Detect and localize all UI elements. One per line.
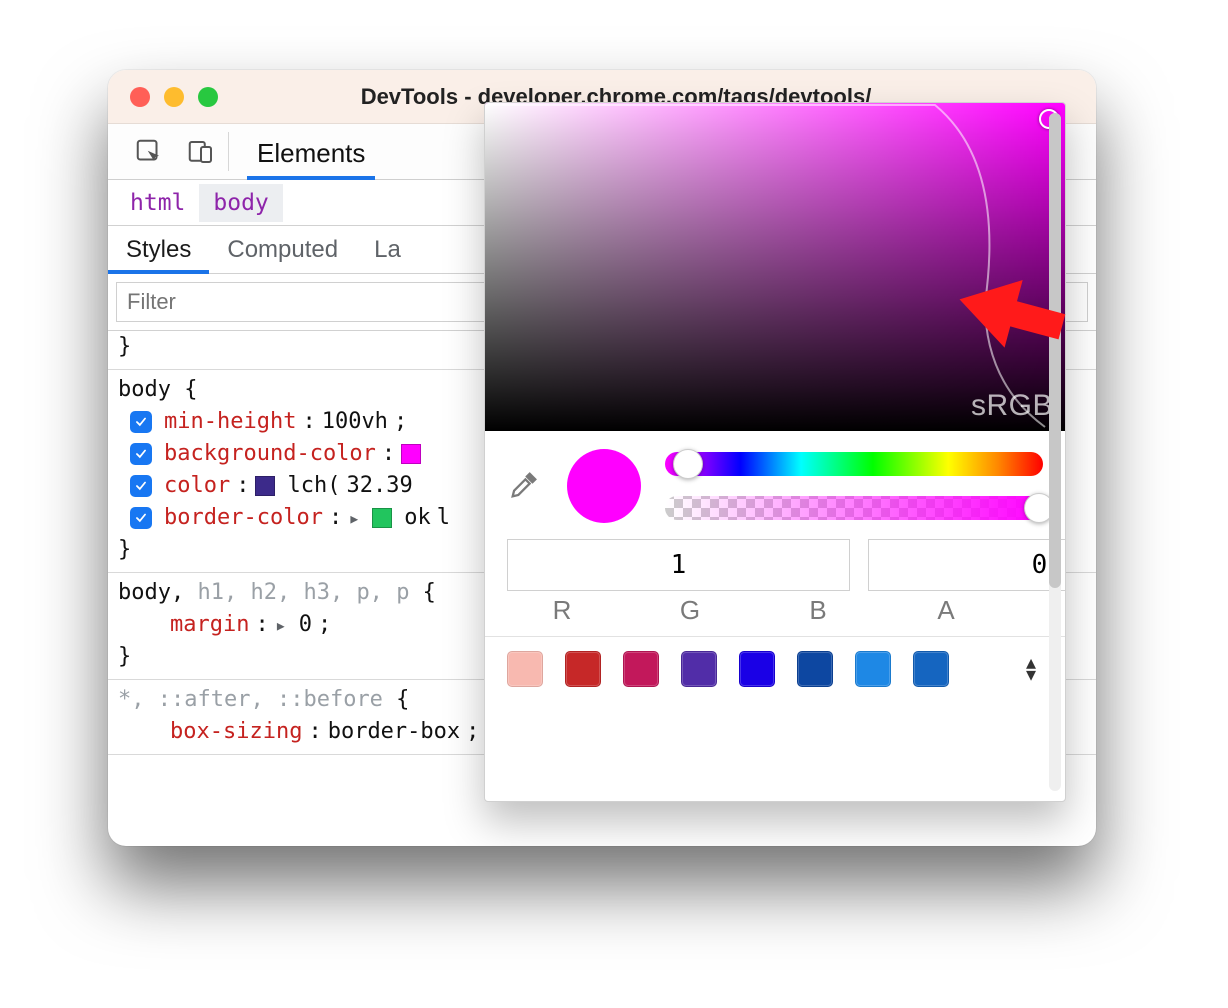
breadcrumb-body[interactable]: body: [199, 184, 282, 222]
palette-swatch[interactable]: [913, 651, 949, 687]
palette-swatch[interactable]: [681, 651, 717, 687]
subtab-computed[interactable]: Computed: [209, 226, 356, 273]
css-property-value[interactable]: border-box: [328, 716, 460, 748]
inspect-element-icon[interactable]: [132, 135, 166, 169]
palette-row: ▴▾: [485, 636, 1065, 687]
property-enabled-checkbox[interactable]: [130, 443, 152, 465]
palette-swatch[interactable]: [623, 651, 659, 687]
subtab-layout[interactable]: La: [356, 226, 419, 273]
channel-label-r: R: [507, 595, 617, 626]
breadcrumb-html[interactable]: html: [116, 184, 199, 222]
css-property-value[interactable]: 100vh: [322, 406, 388, 438]
hue-thumb[interactable]: [673, 449, 703, 479]
css-property-name[interactable]: margin: [170, 609, 249, 641]
tab-elements[interactable]: Elements: [253, 128, 369, 179]
css-property-name[interactable]: min-height: [164, 406, 296, 438]
subtab-styles[interactable]: Styles: [108, 226, 209, 273]
annotation-arrow-icon: [928, 256, 1078, 386]
gamut-label: sRGB: [971, 389, 1053, 423]
inspect-device-icons: [108, 132, 229, 171]
property-enabled-checkbox[interactable]: [130, 507, 152, 529]
expand-triangle-icon[interactable]: ▸: [348, 502, 360, 534]
picker-scrollbar[interactable]: [1049, 113, 1061, 791]
device-toolbar-icon[interactable]: [184, 135, 218, 169]
color-swatch[interactable]: [401, 444, 421, 464]
css-property-name[interactable]: box-sizing: [170, 716, 302, 748]
channel-input-r[interactable]: [507, 539, 850, 591]
palette-swatch[interactable]: [855, 651, 891, 687]
expand-triangle-icon[interactable]: ▸: [275, 609, 287, 641]
palette-stepper[interactable]: ▴▾: [1019, 657, 1043, 681]
palette-swatch[interactable]: [507, 651, 543, 687]
css-property-name[interactable]: background-color: [164, 438, 376, 470]
css-property-name[interactable]: color: [164, 470, 230, 502]
channel-input-g[interactable]: [868, 539, 1066, 591]
channel-label-g: G: [635, 595, 745, 626]
css-property-value[interactable]: 0: [299, 609, 312, 641]
color-preview-circle: [567, 449, 641, 523]
hue-slider[interactable]: [665, 452, 1043, 476]
color-picker-popover: sRGB: [484, 102, 1066, 802]
devtools-window: DevTools - developer.chrome.com/tags/dev…: [108, 70, 1096, 846]
color-swatch[interactable]: [255, 476, 275, 496]
property-enabled-checkbox[interactable]: [130, 475, 152, 497]
color-swatch[interactable]: [372, 508, 392, 528]
css-property-name[interactable]: border-color: [164, 502, 323, 534]
alpha-slider[interactable]: [665, 496, 1043, 520]
property-enabled-checkbox[interactable]: [130, 411, 152, 433]
channel-label-a: A: [891, 595, 1001, 626]
color-value-inputs: ▴▾: [485, 531, 1065, 595]
eyedropper-icon[interactable]: [507, 468, 543, 504]
palette-swatch[interactable]: [565, 651, 601, 687]
palette-swatch[interactable]: [739, 651, 775, 687]
palette-swatch[interactable]: [797, 651, 833, 687]
panel-tabs: Elements: [229, 124, 369, 179]
channel-label-b: B: [763, 595, 873, 626]
close-window-button[interactable]: [130, 87, 150, 107]
